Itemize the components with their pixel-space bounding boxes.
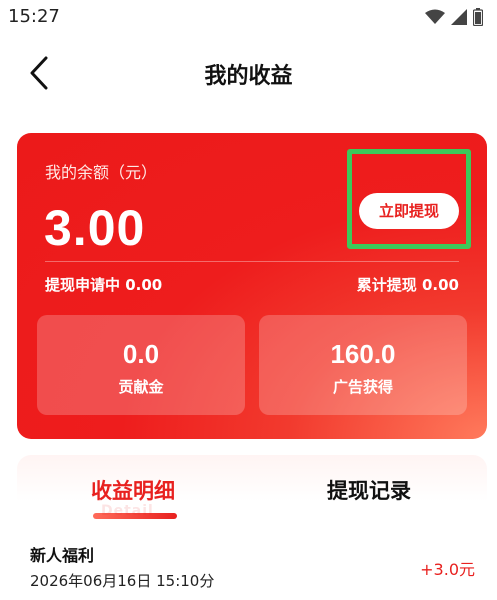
header: 我的收益 xyxy=(0,44,497,102)
battery-icon xyxy=(473,8,483,26)
stat-contribution-value: 0.0 xyxy=(122,339,160,369)
balance-card: 我的余额（元） 3.00 立即提现 提现申请中 0.00 累计提现 0.00 0… xyxy=(17,133,487,439)
tab-earnings-detail[interactable]: 收益明细 xyxy=(91,475,175,505)
signal-icon xyxy=(451,9,467,25)
tab-withdraw-records[interactable]: 提现记录 xyxy=(327,475,411,505)
balance-label: 我的余额（元） xyxy=(45,163,158,182)
status-time: 15:27 xyxy=(8,6,60,27)
page-title: 我的收益 xyxy=(204,64,293,89)
withdraw-button[interactable]: 立即提现 xyxy=(359,193,459,229)
status-icons xyxy=(425,8,483,26)
stat-contribution-label: 贡献金 xyxy=(118,378,164,396)
wifi-icon xyxy=(425,9,445,24)
status-bar: 15:27 xyxy=(0,0,497,34)
stat-contribution: 0.0 贡献金 xyxy=(37,315,245,415)
total-withdrawn: 累计提现 0.00 xyxy=(356,276,459,294)
tab-ghost-text: Detail xyxy=(101,503,154,519)
record-title: 新人福利 xyxy=(30,546,95,565)
stat-ads-value: 160.0 xyxy=(330,339,396,369)
record-time: 2026年06月16日 15:10分 xyxy=(30,572,215,590)
divider xyxy=(45,261,459,262)
tabs: Detail 收益明细 提现记录 xyxy=(17,455,487,521)
list-item[interactable]: 新人福利 2026年06月16日 15:10分 +3.0元 xyxy=(0,530,497,600)
pending-withdrawal: 提现申请中 0.00 xyxy=(45,276,163,294)
record-amount: +3.0元 xyxy=(420,560,475,579)
stat-ads-label: 广告获得 xyxy=(332,378,393,396)
balance-amount: 3.00 xyxy=(44,200,146,256)
stat-ads: 160.0 广告获得 xyxy=(259,315,467,415)
